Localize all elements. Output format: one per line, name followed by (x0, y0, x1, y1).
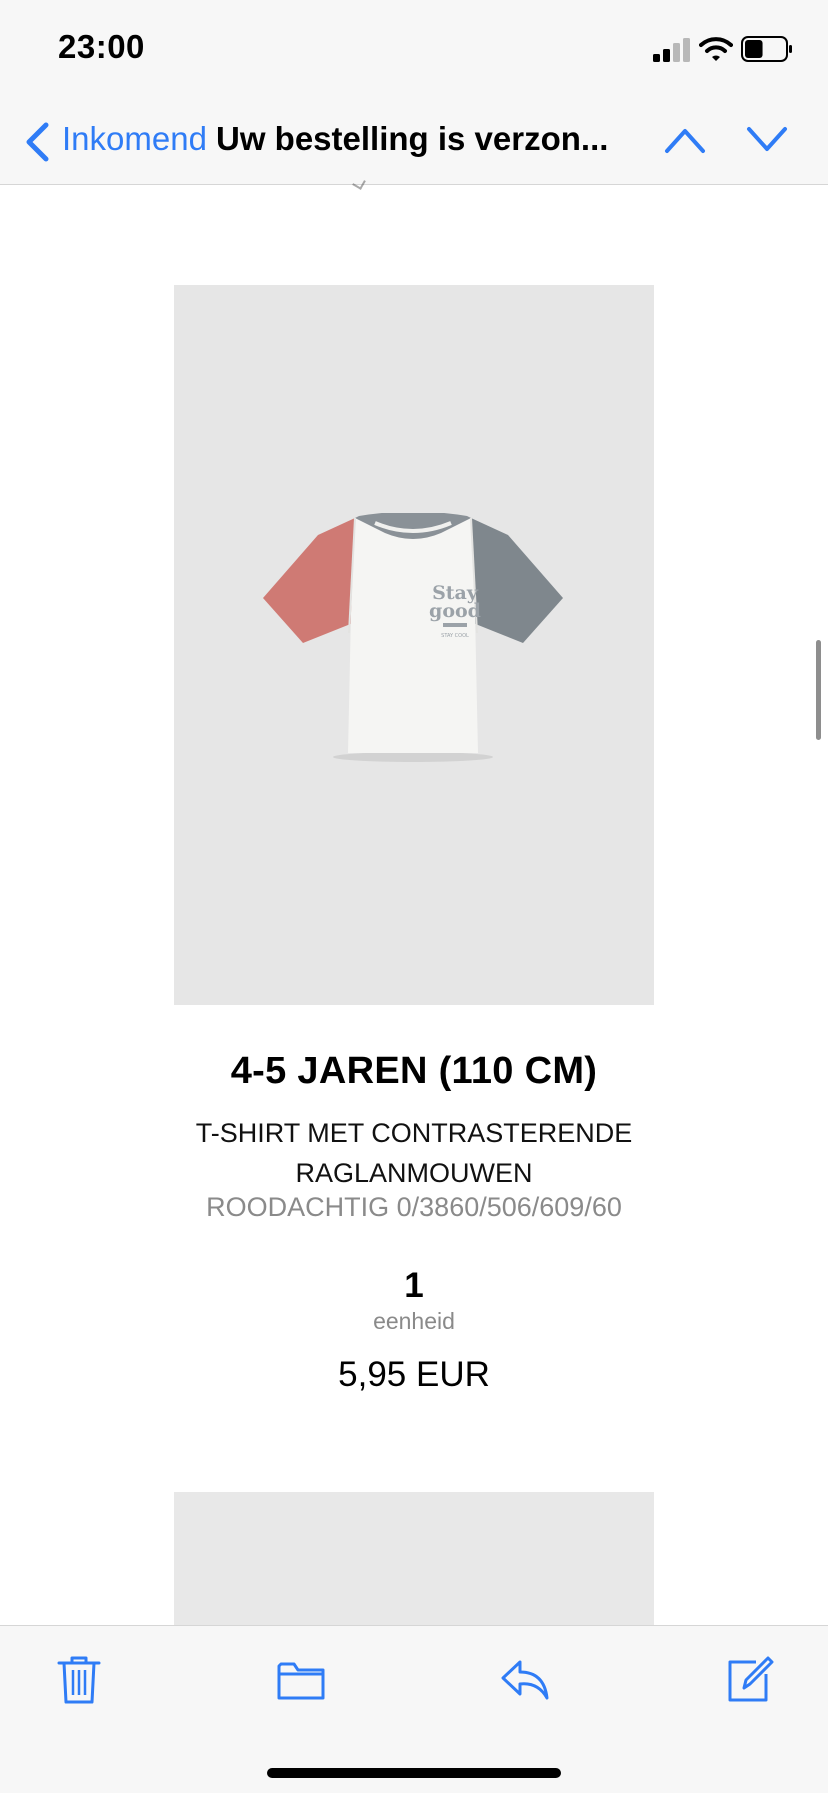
compose-icon[interactable] (724, 1654, 774, 1706)
scrollbar[interactable] (816, 640, 821, 740)
product-reference: ROODACHTIG 0/3860/506/609/60 (206, 1192, 622, 1222)
product-size: 4-5 JAREN (110 CM) (230, 1050, 598, 1092)
trash-icon[interactable] (54, 1654, 104, 1706)
home-indicator[interactable] (267, 1768, 561, 1778)
status-bar: 23:00 (0, 0, 828, 100)
wifi-icon (699, 37, 733, 61)
tshirt-product-image: Stay good STAY COOL (263, 513, 563, 762)
print-text-line2: good (429, 600, 481, 622)
reply-icon[interactable] (500, 1654, 550, 1706)
message-subject-title: Uw bestelling is verzon... (216, 120, 609, 157)
quantity-unit-label: eenheid (373, 1308, 455, 1334)
chevron-down-icon[interactable] (746, 126, 788, 154)
battery-icon (741, 36, 792, 62)
cellular-signal-icon (653, 38, 690, 62)
status-time: 23:00 (58, 28, 145, 65)
mail-nav-bar: Inkomend Uw bestelling is verzon... (0, 100, 828, 184)
product-image[interactable]: Stay good STAY COOL (174, 285, 654, 1005)
product-name: T-SHIRT MET CONTRASTERENDE RAGLANMOUWEN (195, 1118, 633, 1188)
top-bar: 23:00 Inkomend Uw bestelling is verzon..… (0, 0, 828, 185)
folder-icon[interactable] (276, 1654, 326, 1706)
product-quantity: 1 (404, 1266, 424, 1305)
next-product-image[interactable] (174, 1492, 654, 1625)
print-text-small: STAY COOL (441, 633, 469, 639)
back-to-inbox-button[interactable]: Inkomend (62, 120, 207, 158)
chevron-left-icon[interactable] (24, 122, 50, 162)
chevron-up-icon[interactable] (664, 126, 706, 154)
product-price: 5,95 EUR (338, 1355, 490, 1394)
